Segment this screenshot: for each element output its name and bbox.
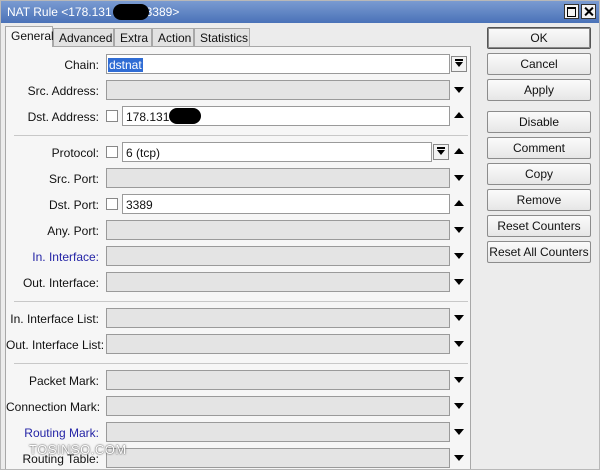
dst-address-row: Dst. Address: 178.131 [6, 106, 472, 128]
dst-address-field[interactable]: 178.131 [122, 106, 450, 126]
src-address-row: Src. Address: [6, 80, 472, 102]
section-divider [14, 135, 468, 136]
dst-port-row: Dst. Port: 3389 [6, 194, 472, 216]
src-port-expand-icon[interactable] [453, 172, 465, 184]
dst-port-label: Dst. Port: [48, 198, 99, 212]
in-interface-list-expand-icon[interactable] [453, 312, 465, 324]
routing-mark-field[interactable] [106, 422, 450, 442]
out-interface-list-row: Out. Interface List: [6, 334, 472, 356]
out-interface-list-label: Out. Interface List: [6, 338, 105, 352]
protocol-label: Protocol: [51, 146, 99, 160]
src-port-row: Src. Port: [6, 168, 472, 190]
out-interface-list-field[interactable] [106, 334, 450, 354]
tab-statistics[interactable]: Statistics [194, 28, 250, 47]
window-title: NAT Rule <178.131 3389> [7, 5, 180, 19]
dst-address-collapse-icon[interactable] [453, 110, 465, 122]
tab-extra[interactable]: Extra [114, 28, 152, 47]
in-interface-field[interactable] [106, 246, 450, 266]
title-bar[interactable]: NAT Rule <178.131 3389> [1, 1, 599, 23]
tab-action[interactable]: Action [152, 28, 194, 47]
reset-counters-button[interactable]: Reset Counters [487, 215, 591, 237]
src-address-field[interactable] [106, 80, 450, 100]
out-interface-list-expand-icon[interactable] [453, 338, 465, 350]
maximize-icon[interactable] [564, 4, 579, 19]
dst-port-invert-checkbox[interactable] [106, 198, 118, 210]
dst-address-invert-checkbox[interactable] [106, 110, 118, 122]
chain-row: Chain: dstnat [6, 54, 472, 76]
routing-mark-expand-icon[interactable] [453, 426, 465, 438]
apply-button[interactable]: Apply [487, 79, 591, 101]
in-interface-label: In. Interface: [32, 250, 99, 264]
connection-mark-expand-icon[interactable] [453, 400, 465, 412]
dst-address-value: 178.131 [126, 110, 170, 124]
in-interface-list-field[interactable] [106, 308, 450, 328]
dst-port-field[interactable]: 3389 [122, 194, 450, 214]
in-interface-list-label: In. Interface List: [10, 312, 99, 326]
any-port-field[interactable] [106, 220, 450, 240]
routing-mark-row: Routing Mark: [6, 422, 472, 444]
general-panel: Chain: dstnat Src. Address: Dst. Address… [5, 46, 472, 469]
protocol-collapse-icon[interactable] [453, 146, 465, 158]
remove-button[interactable]: Remove [487, 189, 591, 211]
src-port-field[interactable] [106, 168, 450, 188]
redaction-mark [169, 108, 201, 124]
chain-label: Chain: [64, 58, 99, 72]
ok-button[interactable]: OK [487, 27, 591, 49]
chain-dropdown-icon[interactable] [451, 56, 467, 72]
packet-mark-row: Packet Mark: [6, 370, 472, 392]
packet-mark-label: Packet Mark: [28, 374, 99, 388]
protocol-dropdown-icon[interactable] [433, 144, 449, 160]
connection-mark-row: Connection Mark: [6, 396, 472, 418]
routing-table-field[interactable] [106, 448, 450, 468]
nat-rule-window: NAT Rule <178.131 3389> General Advanced … [0, 0, 600, 470]
cancel-button[interactable]: Cancel [487, 53, 591, 75]
protocol-invert-checkbox[interactable] [106, 146, 118, 158]
copy-button[interactable]: Copy [487, 163, 591, 185]
packet-mark-field[interactable] [106, 370, 450, 390]
dst-port-value: 3389 [126, 198, 153, 212]
tab-advanced[interactable]: Advanced [53, 28, 114, 47]
protocol-value: 6 (tcp) [126, 146, 161, 160]
section-divider [14, 363, 468, 364]
any-port-label: Any. Port: [47, 224, 99, 238]
dst-address-label: Dst. Address: [27, 110, 99, 124]
any-port-row: Any. Port: [6, 220, 472, 242]
tab-general[interactable]: General [5, 26, 54, 47]
routing-mark-label: Routing Mark: [24, 426, 99, 440]
out-interface-field[interactable] [106, 272, 450, 292]
any-port-expand-icon[interactable] [453, 224, 465, 236]
redaction-mark [113, 4, 149, 20]
protocol-row: Protocol: 6 (tcp) [6, 142, 472, 164]
protocol-select[interactable]: 6 (tcp) [122, 142, 432, 162]
out-interface-label: Out. Interface: [22, 276, 99, 290]
src-address-label: Src. Address: [27, 84, 99, 98]
section-divider [14, 301, 468, 302]
watermark: TOSINSO.COM [29, 442, 127, 457]
routing-table-expand-icon[interactable] [453, 452, 465, 464]
src-port-label: Src. Port: [48, 172, 99, 186]
chain-select[interactable]: dstnat [106, 54, 450, 74]
src-address-expand-icon[interactable] [453, 84, 465, 96]
disable-button[interactable]: Disable [487, 111, 591, 133]
comment-button[interactable]: Comment [487, 137, 591, 159]
in-interface-list-row: In. Interface List: [6, 308, 472, 330]
out-interface-row: Out. Interface: [6, 272, 472, 294]
chain-value: dstnat [108, 58, 143, 72]
packet-mark-expand-icon[interactable] [453, 374, 465, 386]
out-interface-expand-icon[interactable] [453, 276, 465, 288]
reset-all-counters-button[interactable]: Reset All Counters [487, 241, 591, 263]
connection-mark-label: Connection Mark: [6, 400, 101, 414]
in-interface-expand-icon[interactable] [453, 250, 465, 262]
in-interface-row: In. Interface: [6, 246, 472, 268]
connection-mark-field[interactable] [106, 396, 450, 416]
close-icon[interactable] [581, 4, 596, 19]
dst-port-collapse-icon[interactable] [453, 198, 465, 210]
